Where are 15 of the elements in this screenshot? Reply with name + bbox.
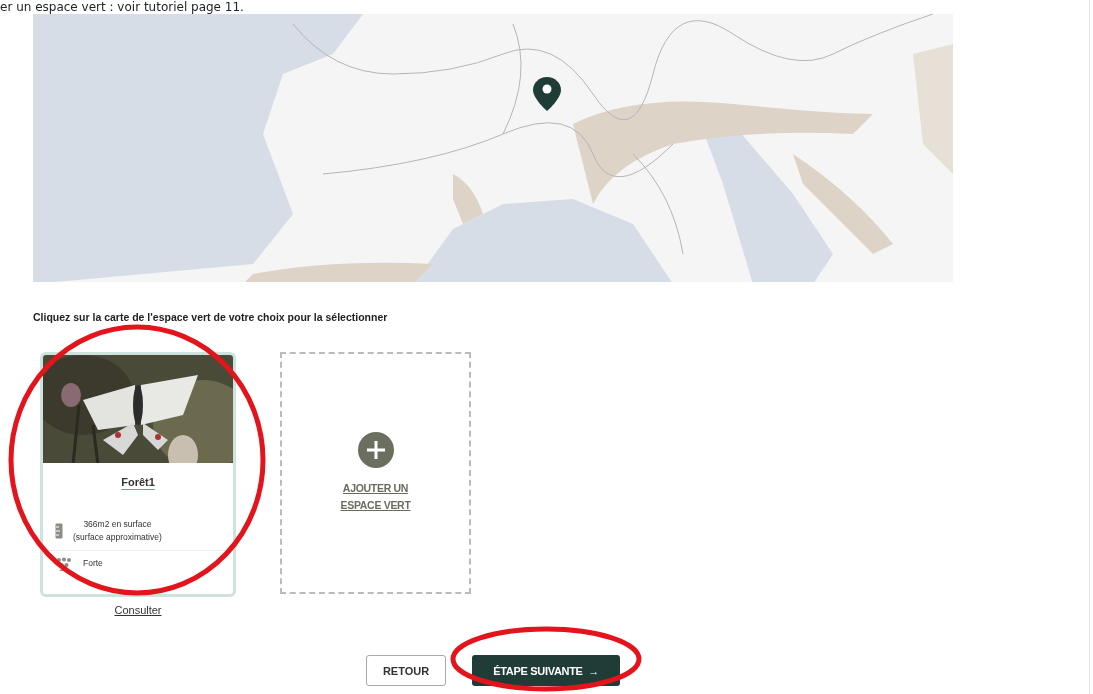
add-space-label: AJOUTER UN ESPACE VERT	[340, 480, 411, 513]
back-button[interactable]: RETOUR	[366, 655, 446, 687]
people-icon	[55, 556, 73, 571]
ruler-icon	[55, 523, 63, 539]
detail-text: Forte	[83, 557, 103, 571]
next-step-button[interactable]: ÉTAPE SUIVANTE →	[472, 655, 620, 687]
map-pin-icon[interactable]	[533, 77, 561, 111]
detail-text: 366m2 en surface (surface approximative)	[73, 518, 162, 544]
consult-link[interactable]: Consulter	[114, 601, 162, 619]
heading-text: er un espace vert : voir tutoriel page 11.	[0, 0, 244, 14]
add-icon	[357, 431, 394, 468]
add-space-card[interactable]: AJOUTER UN ESPACE VERT	[280, 351, 471, 594]
space-title: Forêt1	[121, 474, 155, 490]
space-card[interactable]: Forêt1 366m2 en surface (surface approximative) Forte	[40, 351, 236, 597]
instruction-text: Cliquez sur la carte de l'espace vert de votre choix pour la sélectionner	[33, 310, 389, 325]
